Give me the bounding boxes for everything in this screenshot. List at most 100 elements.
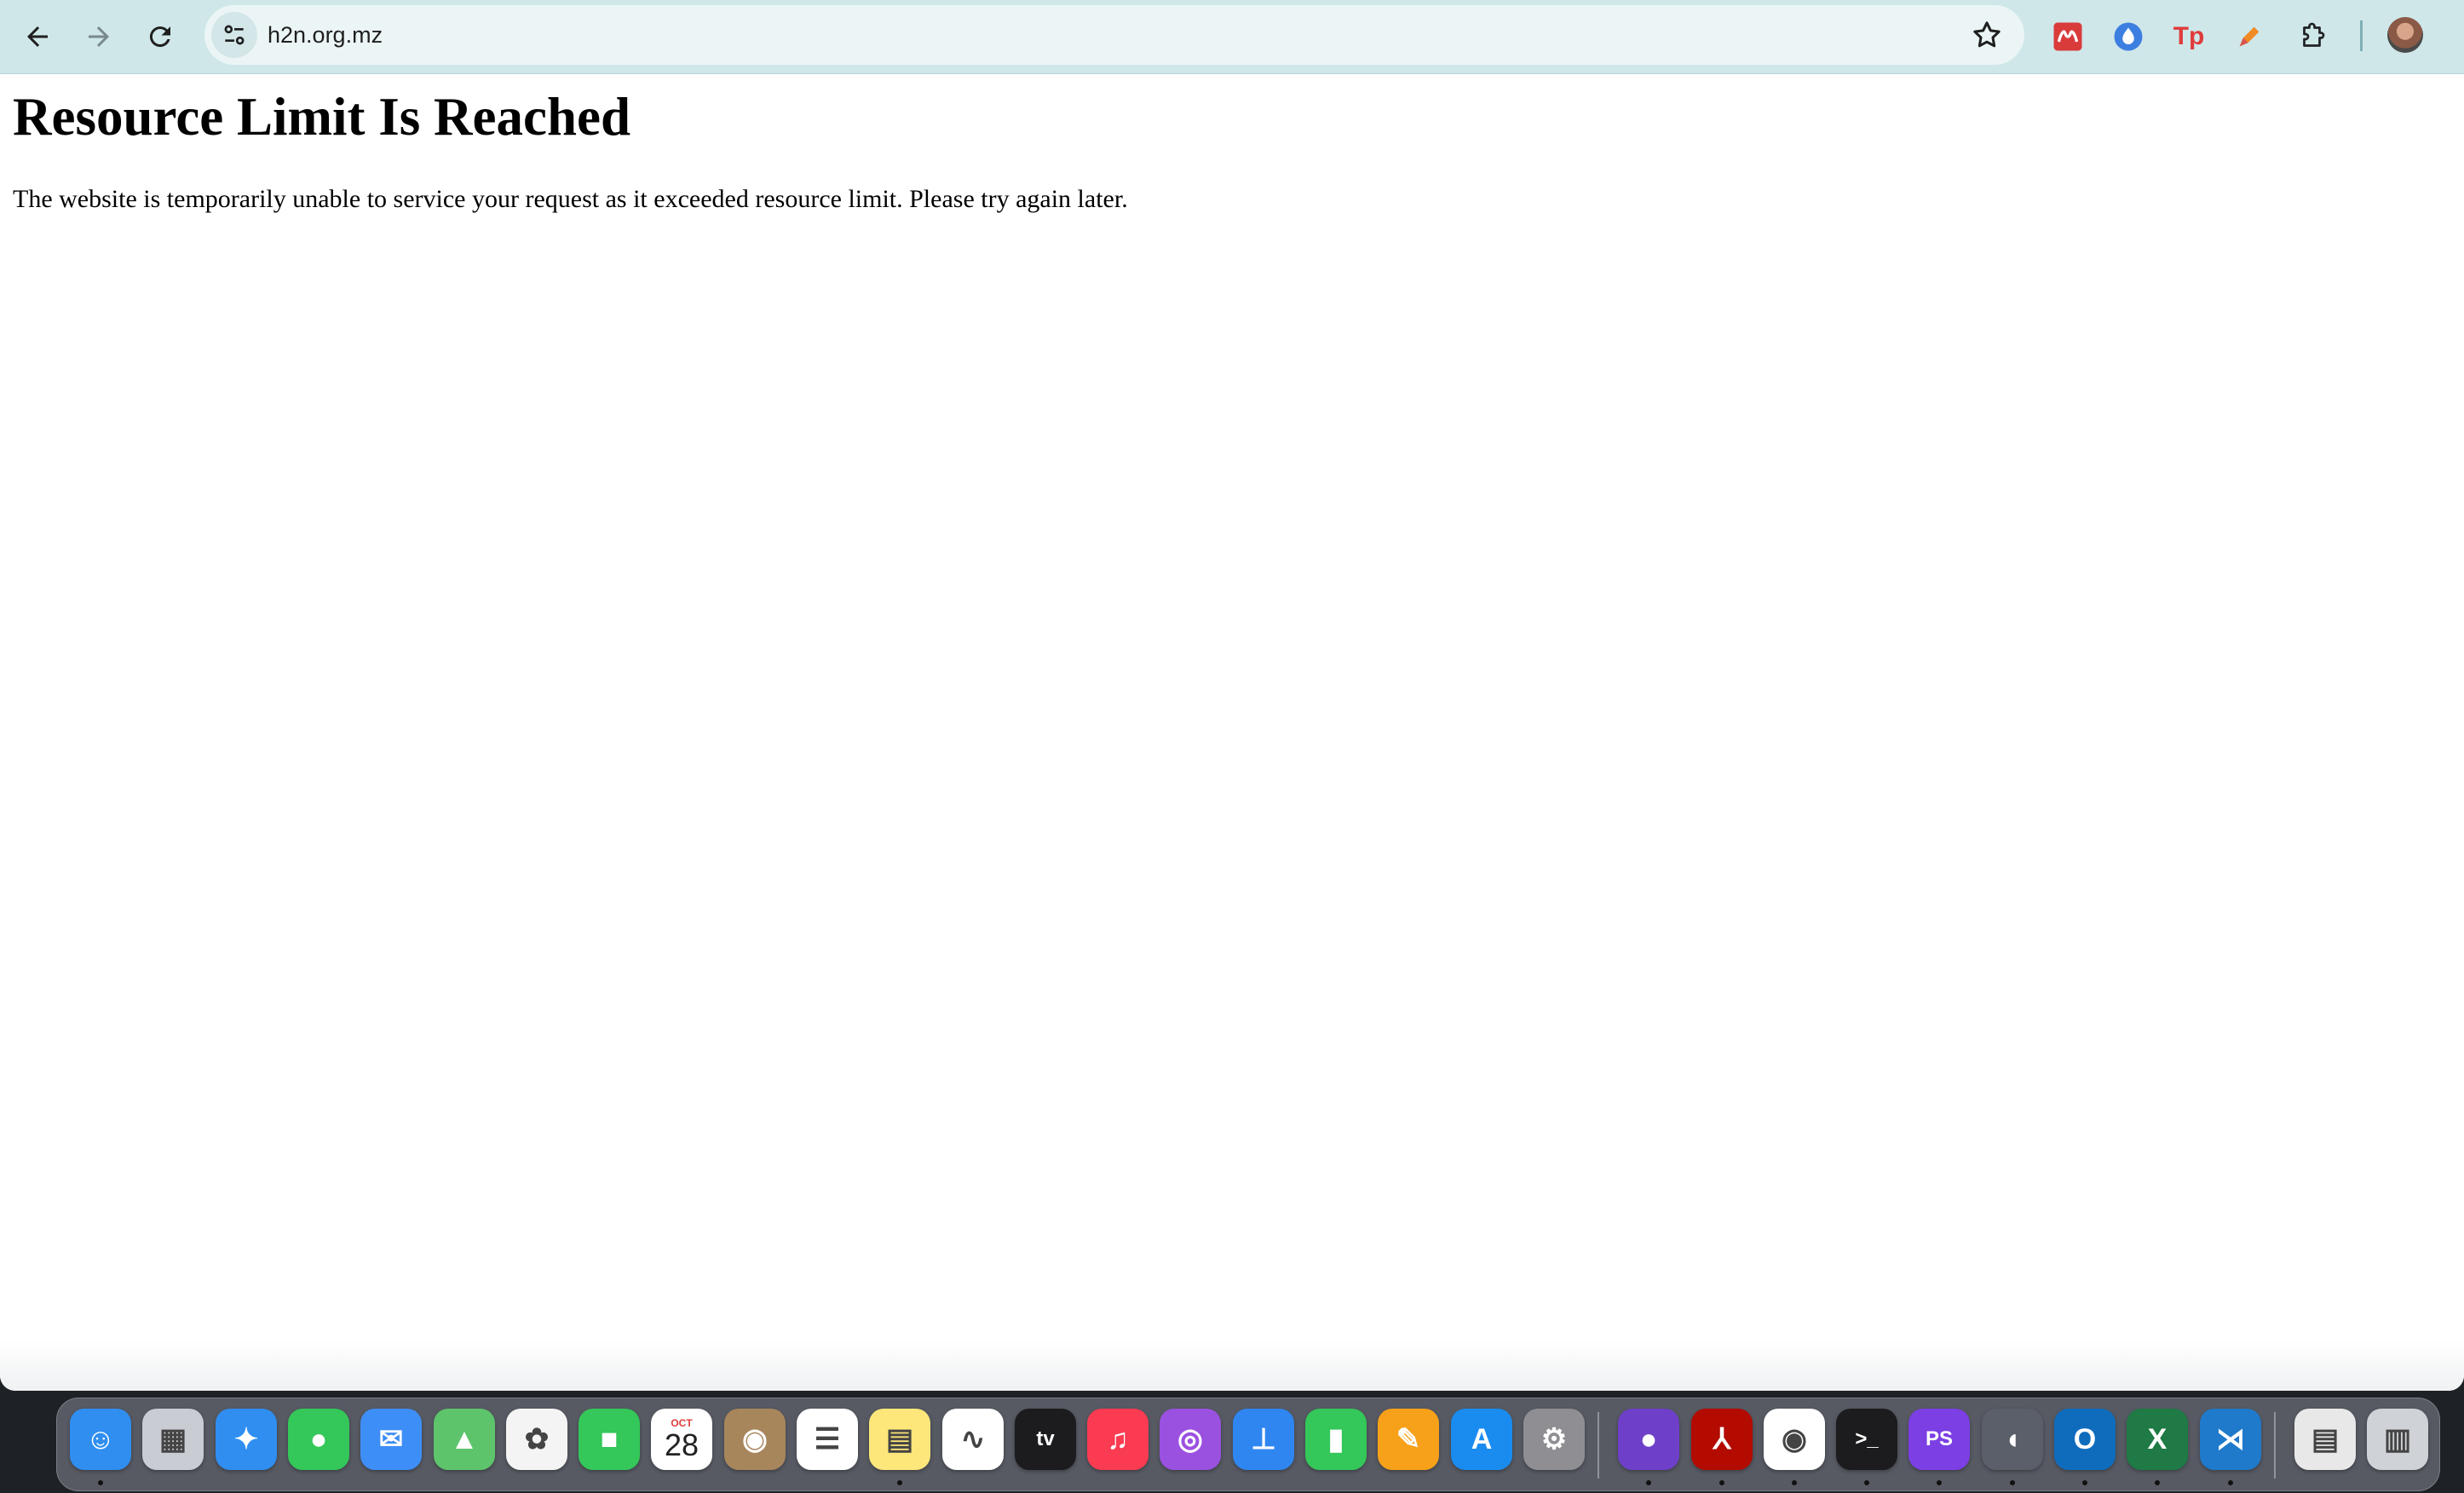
dock-finder-icon[interactable]: ☺: [70, 1409, 131, 1470]
dock: ☺ ▦ ✦ ● ✉ ▲ ✿ ■ OCT 28 ◉ ☰ ▤ ∿ tv ♫ ◎ ⊥ ▮ ✎ A ⚙ ● ⅄ ◉ >_ PS ◖ O X ⋊ ▤ ▥: [56, 1398, 2440, 1491]
trash-glyph: ▥: [2383, 1423, 2412, 1456]
dock-maps-icon[interactable]: ▲: [434, 1409, 495, 1470]
arrow-left-icon: [27, 26, 48, 47]
dock-pages-icon[interactable]: ✎: [1378, 1409, 1439, 1470]
github-desktop-glyph: ●: [1639, 1422, 1658, 1456]
music-glyph: ♫: [1107, 1422, 1129, 1456]
window-bottom-fade: [0, 1340, 2464, 1391]
dock-launchpad-icon[interactable]: ▦: [142, 1409, 204, 1470]
dock-contacts-icon[interactable]: ◉: [724, 1409, 786, 1470]
arrow-right-icon: [89, 26, 109, 47]
droplet-extension-icon[interactable]: [2107, 15, 2150, 58]
puzzle-extensions-icon[interactable]: [2292, 15, 2334, 58]
url-text[interactable]: h2n.org.mz: [268, 5, 383, 65]
dock-reminders-icon[interactable]: ☰: [797, 1409, 858, 1470]
dock-freeform-icon[interactable]: ∿: [942, 1409, 1004, 1470]
dock-vscode-icon[interactable]: ⋊: [2200, 1409, 2261, 1470]
dock-tableplus-icon[interactable]: ◖: [1982, 1409, 2043, 1470]
dock-notes-icon[interactable]: ▤: [869, 1409, 930, 1470]
avatar[interactable]: [2387, 17, 2423, 53]
dock-running-indicator: [2010, 1480, 2015, 1485]
calendar-day: 28: [664, 1427, 699, 1462]
contacts-glyph: ◉: [742, 1423, 768, 1456]
reload-button[interactable]: [135, 11, 186, 62]
star-icon[interactable]: [1970, 18, 2004, 52]
dock-numbers-icon[interactable]: ▮: [1305, 1409, 1367, 1470]
documents-stack-glyph: ▤: [2311, 1423, 2340, 1456]
dock-running-indicator: [2228, 1480, 2233, 1485]
dock-terminal-icon[interactable]: >_: [1836, 1409, 1897, 1470]
site-info-button[interactable]: [211, 12, 257, 58]
dock-facetime-icon[interactable]: ■: [579, 1409, 640, 1470]
dock-outlook-icon[interactable]: O: [2054, 1409, 2116, 1470]
dock-github-desktop-icon[interactable]: ●: [1618, 1409, 1679, 1470]
page-content: Resource Limit Is Reached The website is…: [0, 74, 2464, 1391]
terminal-glyph: >_: [1855, 1427, 1879, 1450]
notes-glyph: ▤: [885, 1423, 914, 1456]
dock-running-indicator: [1937, 1480, 1942, 1485]
dock-mail-icon[interactable]: ✉: [360, 1409, 422, 1470]
dock-chrome-icon[interactable]: ◉: [1764, 1409, 1825, 1470]
browser-toolbar: h2n.org.mz Tp: [0, 0, 2464, 74]
dock-app-store-icon[interactable]: A: [1451, 1409, 1512, 1470]
maps-glyph: ▲: [450, 1422, 479, 1456]
dock-running-indicator: [1646, 1480, 1651, 1485]
pen-extension-icon[interactable]: [2228, 15, 2271, 58]
dock-safari-icon[interactable]: ✦: [216, 1409, 277, 1470]
excel-glyph: X: [2147, 1422, 2168, 1456]
app-store-glyph: A: [1471, 1422, 1493, 1456]
dock-acrobat-icon[interactable]: ⅄: [1691, 1409, 1753, 1470]
acrobat-glyph: ⅄: [1713, 1423, 1731, 1456]
dock-messages-icon[interactable]: ●: [288, 1409, 349, 1470]
dock-running-indicator: [98, 1480, 103, 1485]
dock-separator: [2274, 1412, 2276, 1479]
dock-music-icon[interactable]: ♫: [1087, 1409, 1149, 1470]
dock-excel-icon[interactable]: X: [2127, 1409, 2188, 1470]
dock-system-settings-icon[interactable]: ⚙: [1523, 1409, 1585, 1470]
dock-podcasts-icon[interactable]: ◎: [1160, 1409, 1221, 1470]
back-button[interactable]: [12, 11, 63, 62]
dock-separator: [1598, 1412, 1599, 1479]
dock-calendar-icon[interactable]: OCT 28: [651, 1409, 712, 1470]
error-message: The website is temporarily unable to ser…: [13, 185, 1128, 213]
dock-photos-icon[interactable]: ✿: [506, 1409, 567, 1470]
reminders-glyph: ☰: [814, 1423, 841, 1456]
phpstorm-glyph: PS: [1925, 1427, 1953, 1450]
address-bar[interactable]: h2n.org.mz: [204, 5, 2024, 65]
messages-glyph: ●: [309, 1422, 328, 1456]
tableplus-glyph: ◖: [2003, 1422, 2022, 1456]
chrome-glyph: ◉: [1782, 1423, 1807, 1456]
reload-icon: [149, 26, 170, 48]
freeform-glyph: ∿: [960, 1423, 986, 1456]
facetime-glyph: ■: [600, 1422, 619, 1456]
forward-button[interactable]: [73, 11, 124, 62]
mail-glyph: ✉: [378, 1423, 404, 1456]
podcasts-glyph: ◎: [1177, 1423, 1203, 1456]
pages-glyph: ✎: [1396, 1423, 1421, 1456]
dock-running-indicator: [2155, 1480, 2160, 1485]
tp-extension-icon[interactable]: Tp: [2168, 15, 2210, 58]
numbers-glyph: ▮: [1327, 1423, 1344, 1456]
apple-tv-glyph: tv: [1036, 1427, 1055, 1450]
vscode-glyph: ⋊: [2216, 1423, 2245, 1456]
launchpad-glyph: ▦: [158, 1423, 187, 1456]
dock-running-indicator: [1719, 1480, 1724, 1485]
dock-running-indicator: [1864, 1480, 1869, 1485]
dock-phpstorm-icon[interactable]: PS: [1908, 1409, 1970, 1470]
tune-icon: [224, 25, 245, 45]
browser-window: h2n.org.mz Tp Resource Limit Is Reached …: [0, 0, 2464, 1391]
tp-extension-label: Tp: [2173, 22, 2205, 50]
dock-trash-icon[interactable]: ▥: [2367, 1409, 2428, 1470]
dock-apple-tv-icon[interactable]: tv: [1015, 1409, 1076, 1470]
dock-keynote-icon[interactable]: ⊥: [1233, 1409, 1294, 1470]
dock-running-indicator: [897, 1480, 902, 1485]
system-settings-glyph: ⚙: [1540, 1423, 1568, 1456]
finder-glyph: ☺: [85, 1422, 116, 1456]
dock-documents-stack-icon[interactable]: ▤: [2294, 1409, 2356, 1470]
toolbar-divider: [2360, 20, 2363, 51]
mendeley-extension-icon[interactable]: [2047, 15, 2089, 58]
dock-running-indicator: [1792, 1480, 1797, 1485]
page-title: Resource Limit Is Reached: [13, 87, 630, 147]
keynote-glyph: ⊥: [1251, 1423, 1276, 1456]
photos-glyph: ✿: [524, 1423, 550, 1456]
